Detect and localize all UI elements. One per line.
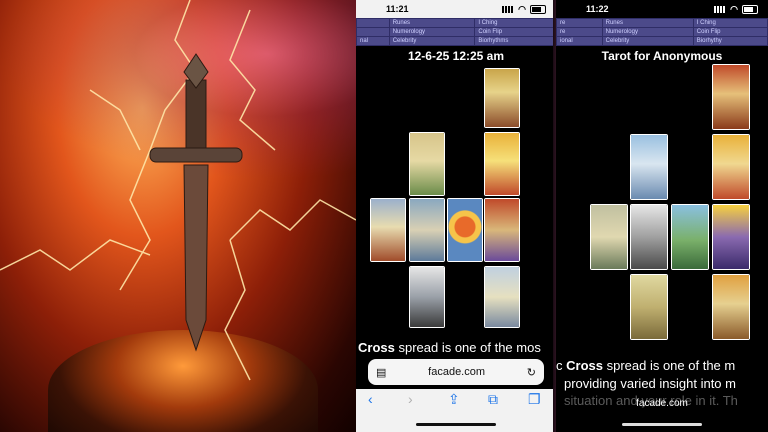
- tarot-card[interactable]: [484, 266, 520, 328]
- status-bar: 11:22 ◠: [556, 0, 768, 18]
- tarot-card[interactable]: [590, 204, 628, 270]
- home-indicator: [416, 423, 496, 426]
- nav-link-iching[interactable]: I Ching: [474, 18, 556, 28]
- reload-icon[interactable]: ↻: [527, 366, 536, 379]
- lightning-and-sword: [0, 0, 356, 381]
- phone-screen-right: 11:22 ◠ re Runes I Ching re Numerology C…: [556, 0, 768, 432]
- tarot-card[interactable]: [409, 266, 445, 328]
- nav-link-biorhythms[interactable]: Biorhythms: [474, 36, 556, 46]
- spread-description: c Cross spread is one of the m: [556, 358, 736, 373]
- nav-link-runes[interactable]: Runes: [388, 18, 476, 28]
- status-time: 11:22: [586, 4, 609, 14]
- sword-artwork: [0, 0, 356, 432]
- tarot-card[interactable]: [484, 198, 520, 262]
- phone-screen-left: 11:21 ◠ Runes I Ching Numerology Coin Fl…: [356, 0, 556, 432]
- home-indicator: [622, 423, 702, 426]
- tarot-card[interactable]: [671, 204, 709, 270]
- tarot-card[interactable]: [630, 274, 668, 340]
- address-bar[interactable]: ▤ facade.com ↻: [368, 359, 544, 385]
- nav-link-celebrity[interactable]: Celebrity: [601, 36, 694, 46]
- status-bar: 11:21 ◠: [356, 0, 556, 18]
- share-icon[interactable]: ⇪: [448, 391, 460, 408]
- nav-link-coinflip[interactable]: Coin Flip: [474, 27, 556, 37]
- status-time: 11:21: [386, 4, 409, 14]
- nav-cell[interactable]: nal: [356, 36, 390, 46]
- nav-link-runes[interactable]: Runes: [601, 18, 694, 28]
- bookmarks-icon[interactable]: ⧉: [488, 391, 498, 408]
- nav-cell[interactable]: re: [556, 27, 603, 37]
- page-info-icon[interactable]: ▤: [376, 366, 386, 379]
- nav-cell[interactable]: re: [556, 18, 603, 28]
- nav-cell[interactable]: [356, 27, 390, 37]
- tarot-card[interactable]: [630, 204, 668, 270]
- nav-link-coinflip[interactable]: Coin Flip: [692, 27, 768, 37]
- tarot-card[interactable]: [712, 274, 750, 340]
- spread-description-line: providing varied insight into m: [564, 376, 736, 391]
- site-nav-table: Runes I Ching Numerology Coin Flip nal C…: [356, 18, 556, 46]
- nav-link-celebrity[interactable]: Celebrity: [388, 36, 476, 46]
- tabs-icon[interactable]: ❐: [528, 391, 541, 408]
- tarot-card[interactable]: [447, 198, 483, 262]
- reading-date: 12-6-25 12:25 am: [407, 49, 505, 63]
- nav-link-numerology[interactable]: Numerology: [601, 27, 694, 37]
- tarot-card[interactable]: [409, 132, 445, 196]
- wifi-icon: ◠: [730, 3, 738, 14]
- nav-link-iching[interactable]: I Ching: [692, 18, 768, 28]
- tarot-card[interactable]: [712, 134, 750, 200]
- nav-link-biorhythms[interactable]: Biorhythy: [692, 36, 768, 46]
- tarot-card[interactable]: [484, 68, 520, 128]
- back-icon[interactable]: ‹: [368, 391, 373, 407]
- spread-description: Cross spread is one of the mos: [358, 340, 541, 355]
- url-text[interactable]: facade.com: [428, 366, 485, 378]
- tarot-card[interactable]: [409, 198, 445, 262]
- tarot-card[interactable]: [370, 198, 406, 262]
- site-nav-table: re Runes I Ching re Numerology Coin Flip…: [556, 18, 768, 46]
- signal-icon: [502, 5, 515, 13]
- battery-icon: [530, 4, 546, 14]
- signal-icon: [714, 5, 727, 13]
- tarot-card[interactable]: [484, 132, 520, 196]
- nav-cell[interactable]: [356, 18, 390, 28]
- battery-icon: [742, 4, 758, 14]
- forward-icon[interactable]: ›: [408, 391, 413, 407]
- nav-link-numerology[interactable]: Numerology: [388, 27, 476, 37]
- page-title: Tarot for Anonymous: [601, 49, 723, 63]
- url-text[interactable]: facade.com: [556, 398, 768, 409]
- wifi-icon: ◠: [518, 3, 526, 14]
- tarot-card[interactable]: [712, 64, 750, 130]
- tarot-card[interactable]: [712, 204, 750, 270]
- tarot-card[interactable]: [630, 134, 668, 200]
- nav-cell[interactable]: ional: [556, 36, 603, 46]
